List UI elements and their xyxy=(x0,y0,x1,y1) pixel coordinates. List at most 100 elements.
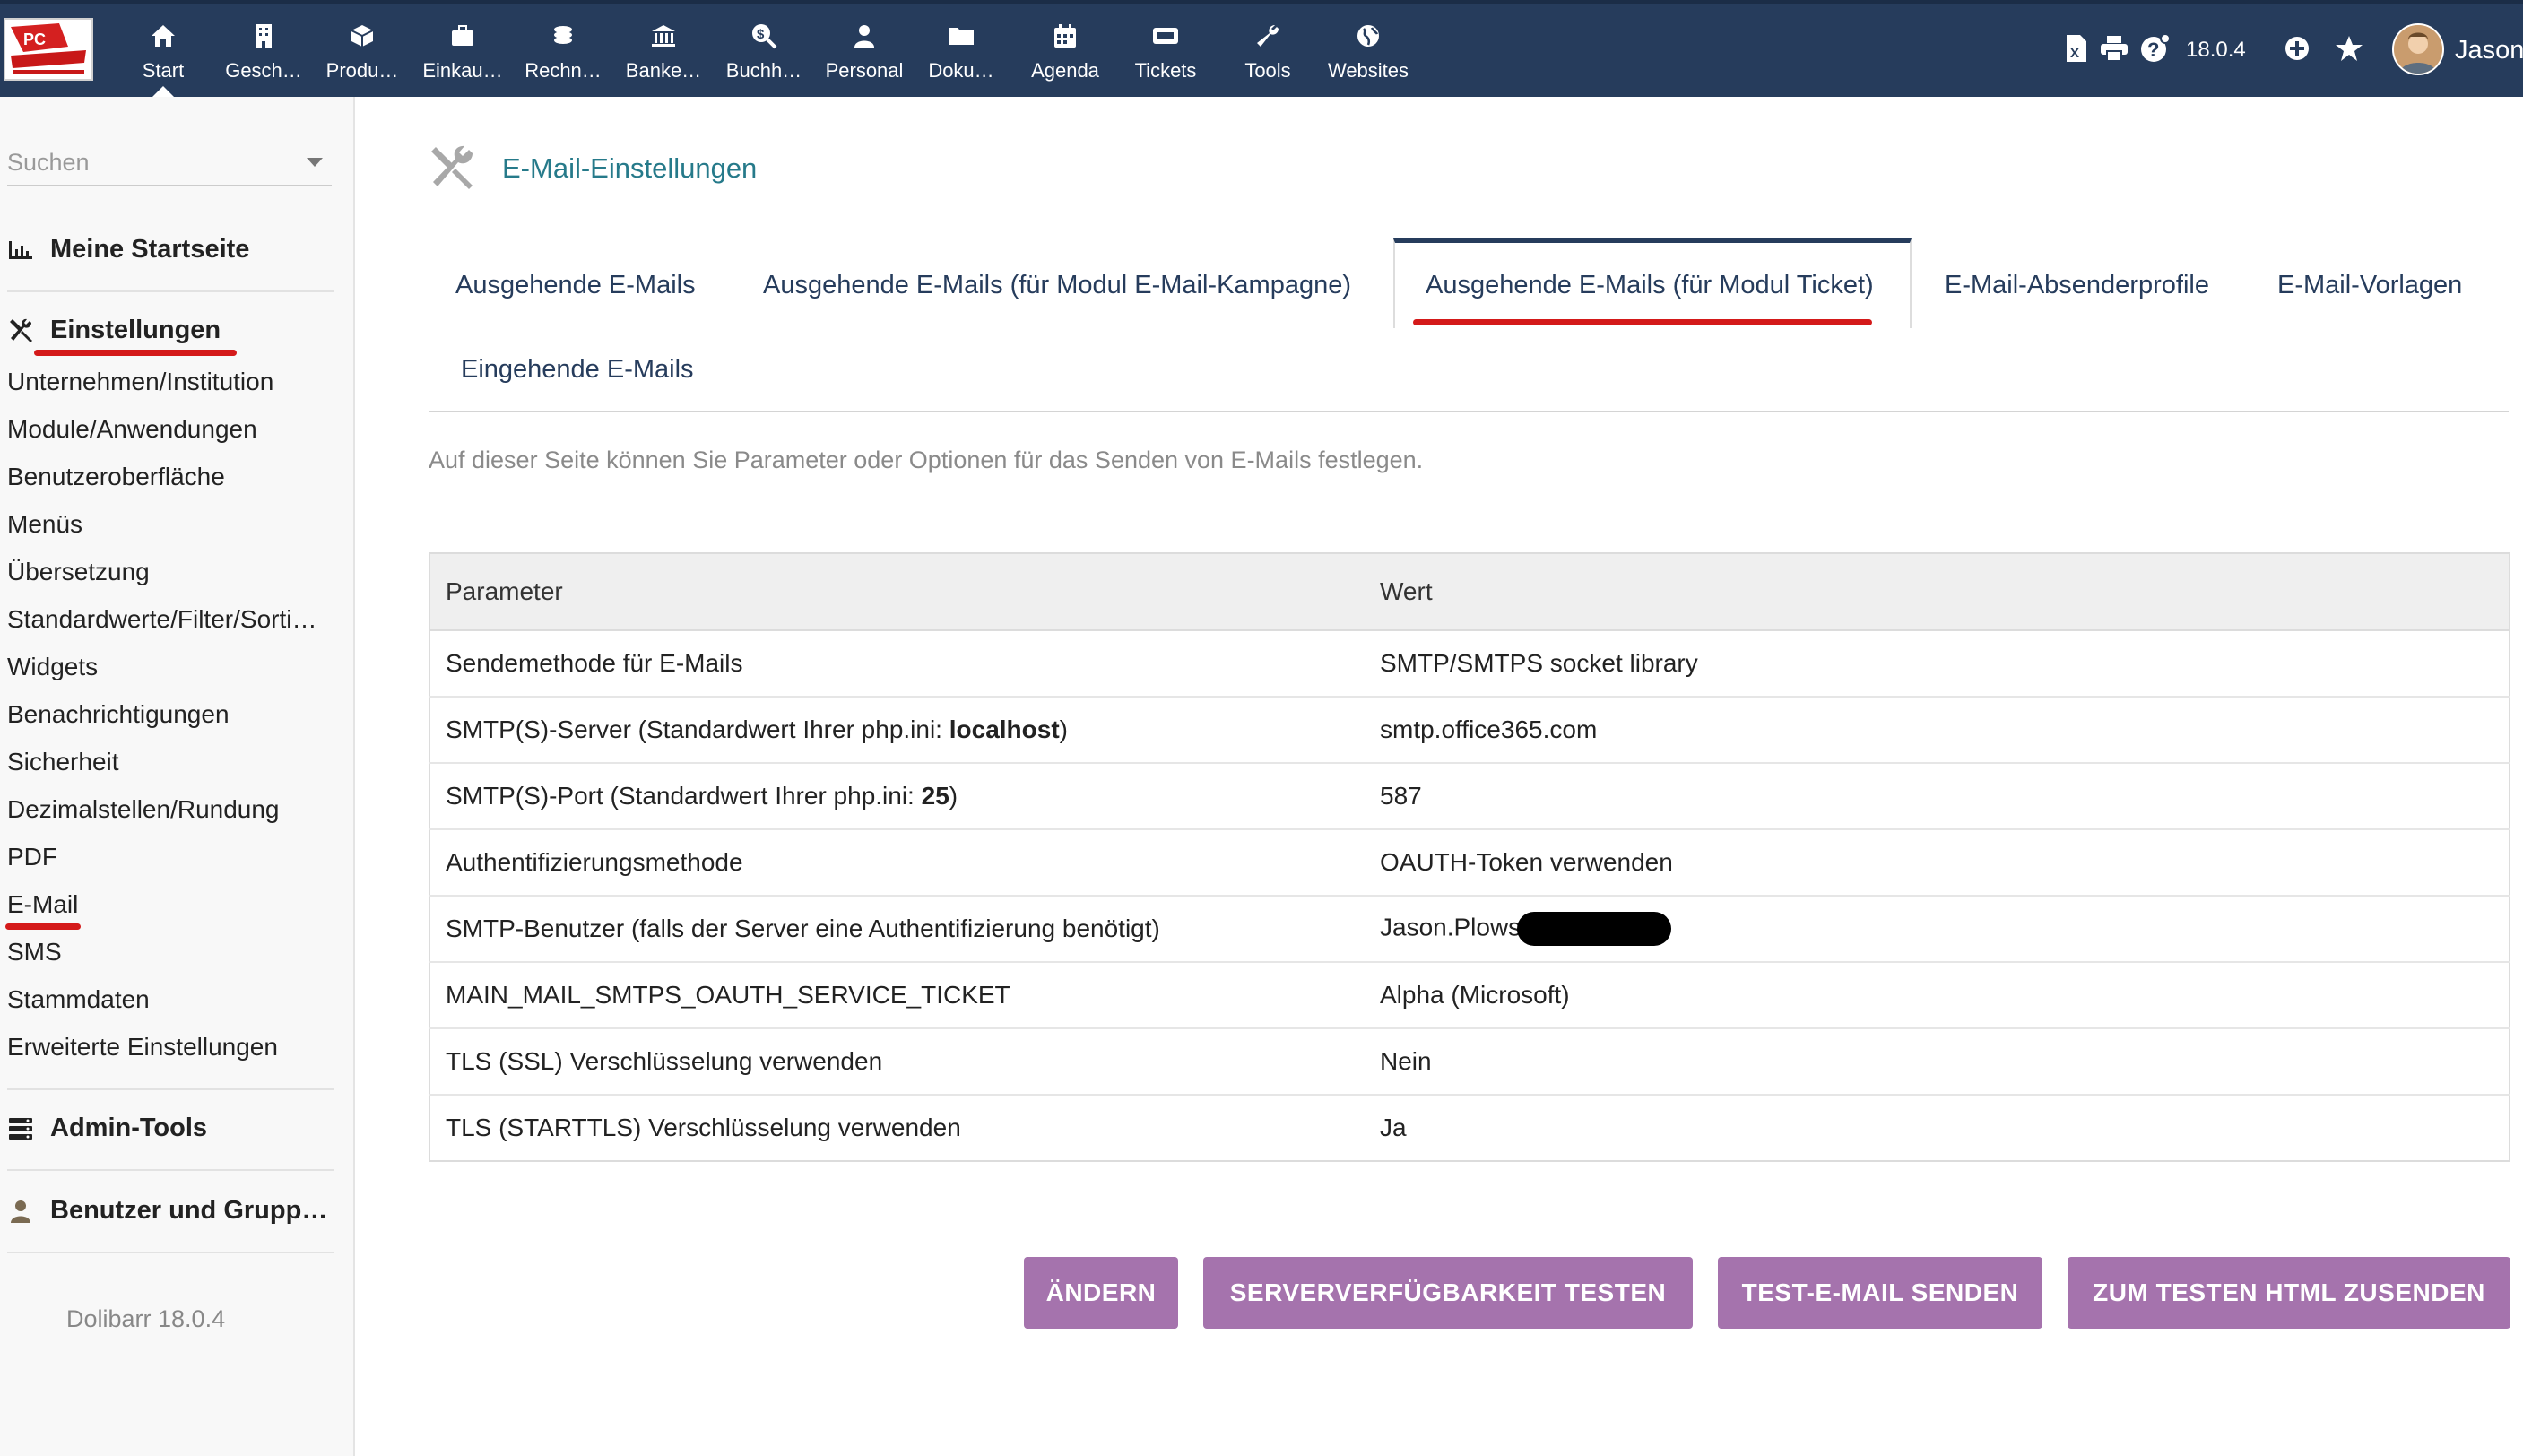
sidebar-item-email[interactable]: E-Mail xyxy=(7,890,335,919)
nav-label: Start xyxy=(142,59,185,82)
home-icon xyxy=(149,22,178,50)
nav-label: Tickets xyxy=(1134,59,1197,82)
nav-produkte[interactable]: Produ… xyxy=(314,0,411,97)
nav-geschaeftspartner[interactable]: Gesch… xyxy=(215,0,312,97)
param-cell: TLS (SSL) Verschlüsselung verwenden xyxy=(429,1028,1365,1096)
param-cell: Sendemethode für E-Mails xyxy=(429,630,1365,698)
sidebar-item-advanced[interactable]: Erweiterte Einstellungen xyxy=(7,1033,335,1062)
menu-admin-tools[interactable]: Admin-Tools xyxy=(7,1114,207,1143)
sidebar-item-security[interactable]: Sicherheit xyxy=(7,748,335,776)
server-icon xyxy=(7,1115,34,1142)
sidebar-item-sms[interactable]: SMS xyxy=(7,938,335,966)
username[interactable]: Jason xyxy=(2455,36,2523,65)
sidebar-divider xyxy=(7,1088,334,1090)
sidebar-item-company[interactable]: Unternehmen/Institution xyxy=(7,368,335,396)
nav-banken[interactable]: Banke… xyxy=(615,0,712,97)
top-navbar: PC Start Gesch… Produ… Einkau… Rechn… Ba… xyxy=(0,0,2523,97)
parameters-table: Parameter Wert Sendemethode für E-Mails … xyxy=(429,552,2510,1162)
nav-tickets[interactable]: Tickets xyxy=(1117,0,1214,97)
nav-label: Banke… xyxy=(625,59,702,82)
nav-dokumente[interactable]: Doku… xyxy=(913,0,1010,97)
bar-chart-icon xyxy=(7,237,34,264)
nav-buchhaltung[interactable]: $ Buchh… xyxy=(715,0,812,97)
company-logo[interactable]: PC xyxy=(4,18,93,81)
menu-home[interactable]: Meine Startseite xyxy=(7,235,249,264)
quick-add-icon[interactable] xyxy=(2281,32,2313,65)
globe-icon xyxy=(1354,22,1383,50)
param-default-value: 25 xyxy=(921,782,949,810)
person-icon xyxy=(850,22,879,50)
user-icon xyxy=(7,1198,34,1225)
param-cell: SMTP-Benutzer (falls der Server eine Aut… xyxy=(429,896,1365,963)
param-default-value: localhost xyxy=(949,715,1060,743)
tab-outgoing-emails[interactable]: Ausgehende E-Mails xyxy=(455,271,696,300)
chevron-down-icon[interactable] xyxy=(307,158,323,167)
svg-text:X: X xyxy=(2070,46,2079,61)
sidebar-item-notifications[interactable]: Benachrichtigungen xyxy=(7,700,335,729)
sidebar-item-masterdata[interactable]: Stammdaten xyxy=(7,985,335,1014)
table-row: MAIN_MAIL_SMTPS_OAUTH_SERVICE_TICKET Alp… xyxy=(429,962,2510,1029)
nav-personal[interactable]: Personal xyxy=(816,0,913,97)
table-row: Sendemethode für E-Mails SMTP/SMTPS sock… xyxy=(429,630,2510,698)
menu-home-label: Meine Startseite xyxy=(50,235,250,264)
send-test-email-button[interactable]: TEST-E-MAIL SENDEN xyxy=(1718,1257,2042,1329)
value-cell: Jason.Plows xyxy=(1365,896,2510,963)
sidebar-item-modules[interactable]: Module/Anwendungen xyxy=(7,415,335,444)
table-row: SMTP(S)-Server (Standardwert Ihrer php.i… xyxy=(429,697,2510,764)
modify-button[interactable]: ÄNDERN xyxy=(1024,1257,1178,1329)
column-header-parameter: Parameter xyxy=(429,553,1365,631)
tab-incoming-emails[interactable]: Eingehende E-Mails xyxy=(461,355,694,385)
nav-tools[interactable]: Tools xyxy=(1219,0,1316,97)
annotation-underline xyxy=(5,923,81,930)
search-input[interactable] xyxy=(7,147,285,178)
tab-sender-profiles[interactable]: E-Mail-Absenderprofile xyxy=(1945,271,2209,300)
annotation-underline xyxy=(34,350,237,356)
param-cell: SMTP(S)-Port (Standardwert Ihrer php.ini… xyxy=(429,763,1365,830)
param-cell: SMTP(S)-Server (Standardwert Ihrer php.i… xyxy=(429,697,1365,764)
nav-label: Doku… xyxy=(928,59,994,82)
table-row: TLS (STARTTLS) Verschlüsselung verwenden… xyxy=(429,1095,2510,1161)
value-cell: OAUTH-Token verwenden xyxy=(1365,829,2510,897)
tab-outgoing-emails-campaign[interactable]: Ausgehende E-Mails (für Modul E-Mail-Kam… xyxy=(763,271,1351,300)
nav-label: Einkau… xyxy=(422,59,503,82)
value-cell: Alpha (Microsoft) xyxy=(1365,962,2510,1029)
value-cell: smtp.office365.com xyxy=(1365,697,2510,764)
menu-search[interactable] xyxy=(7,140,332,186)
sidebar-item-menus[interactable]: Menüs xyxy=(7,510,335,539)
param-text: SMTP(S)-Port (Standardwert Ihrer php.ini… xyxy=(446,782,922,810)
param-cell: Authentifizierungsmethode xyxy=(429,829,1365,897)
param-cell: MAIN_MAIL_SMTPS_OAUTH_SERVICE_TICKET xyxy=(429,962,1365,1029)
bookmark-star-icon[interactable] xyxy=(2333,32,2365,65)
nav-label: Websites xyxy=(1327,59,1409,82)
nav-rechnungen[interactable]: Rechn… xyxy=(515,0,611,97)
tab-outgoing-emails-ticket[interactable]: Ausgehende E-Mails (für Modul Ticket) xyxy=(1426,271,1874,300)
nav-websites[interactable]: Websites xyxy=(1320,0,1417,97)
sidebar-item-widgets[interactable]: Widgets xyxy=(7,653,335,681)
nav-label: Buchh… xyxy=(725,59,802,82)
tab-email-templates[interactable]: E-Mail-Vorlagen xyxy=(2277,271,2462,300)
nav-agenda[interactable]: Agenda xyxy=(1017,0,1114,97)
menu-settings[interactable]: Einstellungen xyxy=(7,316,221,345)
table-row: Authentifizierungsmethode OAUTH-Token ve… xyxy=(429,829,2510,897)
send-html-test-button[interactable]: ZUM TESTEN HTML ZUSENDEN xyxy=(2068,1257,2510,1329)
calendar-icon xyxy=(1051,22,1079,50)
svg-text:?: ? xyxy=(2147,39,2159,61)
nav-einkauf[interactable]: Einkau… xyxy=(414,0,511,97)
coins-icon xyxy=(549,22,577,50)
nav-start[interactable]: Start xyxy=(115,0,212,97)
help-icon[interactable]: ? xyxy=(2139,32,2172,65)
print-icon[interactable] xyxy=(2098,32,2130,65)
sidebar-item-defaults[interactable]: Standardwerte/Filter/Sorti… xyxy=(7,605,335,634)
nav-label: Agenda xyxy=(1031,59,1099,82)
search-dollar-icon: $ xyxy=(750,22,778,50)
menu-settings-label: Einstellungen xyxy=(50,316,221,344)
sidebar-item-ui[interactable]: Benutzeroberfläche xyxy=(7,463,335,491)
sidebar-item-decimals[interactable]: Dezimalstellen/Rundung xyxy=(7,795,335,824)
user-avatar[interactable] xyxy=(2392,23,2444,75)
excel-export-icon[interactable]: X xyxy=(2060,32,2093,65)
column-header-value: Wert xyxy=(1365,553,2510,631)
test-server-button[interactable]: SERVERVERFÜGBARKEIT TESTEN xyxy=(1203,1257,1693,1329)
sidebar-item-translation[interactable]: Übersetzung xyxy=(7,558,335,586)
menu-users-groups[interactable]: Benutzer und Grupp… xyxy=(7,1196,327,1226)
sidebar-item-pdf[interactable]: PDF xyxy=(7,843,335,871)
